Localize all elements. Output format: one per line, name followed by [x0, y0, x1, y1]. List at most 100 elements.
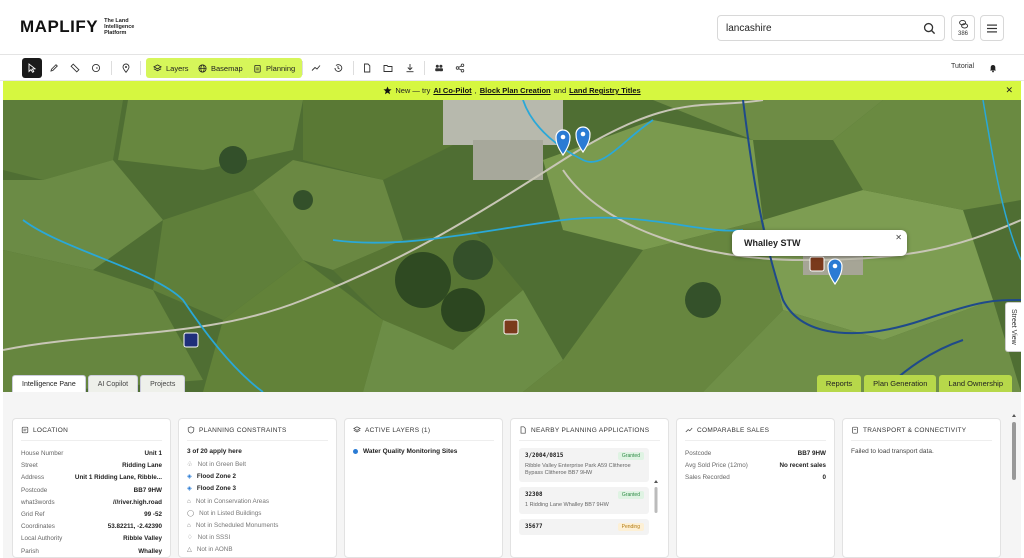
mountain-icon: △: [187, 546, 192, 554]
map-view[interactable]: Whalley STW ✕ Street View Intelligence P…: [3, 100, 1021, 392]
draw-tool[interactable]: [44, 58, 64, 78]
constraint-item[interactable]: ⌂ Not in Scheduled Monuments: [187, 520, 328, 532]
basemap-button[interactable]: Basemap: [191, 58, 250, 78]
pencil-icon: [50, 64, 58, 72]
sales-title: COMPARABLE SALES: [697, 426, 770, 434]
block-plan-link[interactable]: Block Plan Creation: [480, 86, 551, 95]
open-folder-tool[interactable]: [378, 58, 398, 78]
logo[interactable]: MAPLIFY The Land Intelligence Platform: [20, 17, 144, 37]
row-key: what3words: [21, 498, 55, 506]
sales-row: Sales Recorded 0: [685, 472, 826, 484]
planning-marker[interactable]: [809, 256, 825, 272]
share-tool[interactable]: [450, 58, 470, 78]
tree-icon: ♧: [187, 461, 193, 468]
reports-button[interactable]: Reports: [816, 375, 862, 392]
layer-color-dot: [353, 449, 358, 454]
sales-row: Postcode BB7 9HW: [685, 448, 826, 460]
planning-button[interactable]: Planning: [246, 58, 303, 78]
intelligence-pane: LOCATION House Number Unit 1 Street Riddin…: [3, 392, 1021, 558]
pane-scrollbar[interactable]: [1011, 412, 1017, 552]
water-drop-icon: ◈: [187, 485, 192, 493]
notifications-button[interactable]: [983, 58, 1003, 78]
planning-marker[interactable]: [503, 319, 519, 335]
constraint-item[interactable]: △ Not in AONB: [187, 544, 328, 556]
team-tool[interactable]: [429, 58, 449, 78]
status-badge: Pending: [617, 523, 644, 531]
announcement-banner: New — try AI Co-Pilot , Block Plan Creat…: [3, 81, 1021, 100]
application-address: Ribble Valley Enterprise Park A59 Clithe…: [525, 463, 631, 476]
plan-generation-button[interactable]: Plan Generation: [864, 375, 937, 392]
row-value: BB7 9HW: [797, 450, 826, 457]
row-value: Unit 1 Ridding Lane, Ribble...: [74, 474, 162, 482]
hamburger-icon: [987, 24, 997, 32]
location-icon: [21, 426, 29, 434]
banner-separator: ,: [474, 86, 477, 95]
constraint-item[interactable]: ⌂ Not in Conservation Areas: [187, 496, 328, 508]
credits-button[interactable]: 386: [951, 15, 975, 41]
constraint-label: Not in Listed Buildings: [199, 509, 262, 517]
row-key: Parish: [21, 547, 39, 555]
location-row: House Number Unit 1: [21, 448, 162, 460]
constraint-item[interactable]: ♢ Not in SSSI: [187, 532, 328, 544]
row-value: 99 -52: [144, 511, 162, 519]
share-icon: [455, 63, 465, 73]
row-key: Postcode: [685, 450, 712, 457]
land-registry-link[interactable]: Land Registry Titles: [569, 86, 641, 95]
radius-tool[interactable]: [86, 58, 106, 78]
street-view-toggle[interactable]: Street View: [1005, 302, 1021, 352]
close-icon[interactable]: ✕: [1005, 85, 1013, 96]
applications-scrollbar[interactable]: [654, 479, 658, 558]
search-box: [717, 15, 945, 41]
search-icon[interactable]: [923, 22, 936, 35]
constraint-label: Flood Zone 2: [196, 473, 237, 481]
land-ownership-button[interactable]: Land Ownership: [939, 375, 1012, 392]
toolbar-divider: [424, 61, 425, 75]
tab-projects[interactable]: Projects: [140, 375, 186, 392]
layers-button[interactable]: Layers: [146, 58, 196, 78]
select-tool[interactable]: [22, 58, 42, 78]
row-key: Avg Sold Price (12mo): [685, 462, 748, 470]
pin-tool[interactable]: [116, 58, 136, 78]
constraint-item[interactable]: ◯ Not in Listed Buildings: [187, 508, 328, 520]
logo-wordmark: MAPLIFY: [20, 17, 99, 36]
tutorial-link[interactable]: Tutorial: [951, 63, 974, 70]
row-key: Coordinates: [21, 523, 55, 531]
measure-tool[interactable]: [65, 58, 85, 78]
location-title-bar: LOCATION: [21, 426, 162, 441]
constraint-label: Not in Green Belt: [197, 461, 246, 468]
status-badge: Granted: [617, 452, 644, 460]
active-layer-item[interactable]: Water Quality Monitoring Sites: [353, 448, 494, 455]
users-icon: [435, 64, 443, 72]
application-card[interactable]: 32308 Granted 1 Ridding Lane Whalley BB7…: [519, 487, 649, 514]
ai-copilot-link[interactable]: AI Co-Pilot: [433, 86, 471, 95]
close-icon[interactable]: ✕: [895, 233, 902, 242]
tab-intelligence-pane[interactable]: Intelligence Pane: [12, 375, 86, 392]
constraint-item[interactable]: ♧ Not in Green Belt: [187, 459, 328, 471]
document-icon: [852, 426, 858, 434]
constraint-item[interactable]: ◈ Flood Zone 3: [187, 483, 328, 495]
layers-title-bar: ACTIVE LAYERS (1): [353, 426, 494, 441]
location-row: Coordinates 53.82211, -2.42390: [21, 521, 162, 533]
map-action-tabs: Reports Plan Generation Land Ownership: [816, 375, 1012, 392]
menu-button[interactable]: [980, 15, 1004, 41]
constraint-item[interactable]: ◈ Flood Zone 2: [187, 471, 328, 483]
trend-tool[interactable]: [306, 58, 326, 78]
tab-ai-copilot[interactable]: AI Copilot: [87, 375, 139, 392]
transport-error-message: Failed to load transport data.: [851, 448, 934, 455]
constraint-label: Flood Zone 3: [196, 485, 237, 493]
credits-count: 386: [957, 31, 968, 37]
row-value: ///river.high.road: [113, 498, 162, 506]
history-icon: [334, 64, 343, 72]
search-input[interactable]: [726, 22, 923, 34]
water-drop-icon: ◈: [187, 473, 192, 481]
download-tool[interactable]: [400, 58, 420, 78]
selected-marker[interactable]: [183, 332, 199, 348]
ruler-icon: [70, 63, 80, 73]
location-row: what3words ///river.high.road: [21, 497, 162, 509]
history-tool[interactable]: [328, 58, 348, 78]
row-key: Grid Ref: [21, 511, 45, 519]
new-file-tool[interactable]: [357, 58, 377, 78]
nearby-applications-panel: NEARBY PLANNING APPLICATIONS 3/2004/0815…: [510, 418, 669, 558]
application-card[interactable]: 35677 Pending: [519, 519, 649, 535]
application-card[interactable]: 3/2004/0815 Granted Ribble Valley Enterp…: [519, 448, 649, 482]
